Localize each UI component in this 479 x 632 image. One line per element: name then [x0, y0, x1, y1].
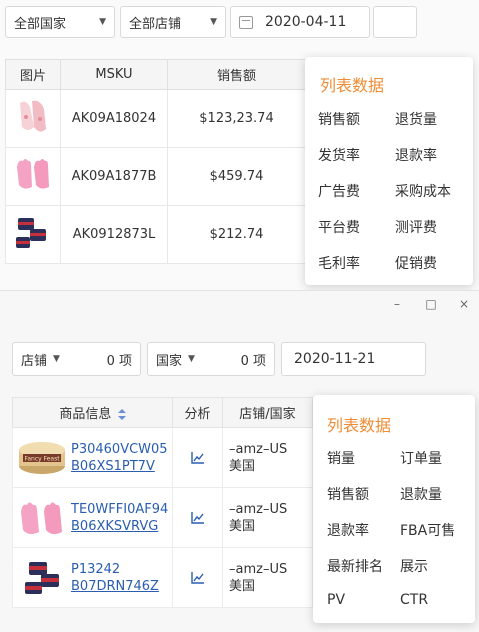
- chevron-down-icon: ▼: [53, 354, 60, 364]
- popup-title: 列表数据: [320, 76, 385, 95]
- analysis-cell: [172, 547, 223, 608]
- store-multiselect[interactable]: 店铺 ▼ 0 项: [12, 342, 141, 376]
- product-thumbnail: Fancy Feast: [19, 441, 65, 474]
- product-image-cell: [5, 205, 61, 264]
- product-thumbnail: [16, 217, 46, 248]
- product-info-cell: P13242 B07DRN746Z: [12, 547, 173, 608]
- product-image-cell: [5, 147, 61, 206]
- analysis-cell: [172, 487, 223, 548]
- list-data-popup: 列表数据 销量 订单量 销售额 退款量 退款率 FBA可售 最新排名 展示 PV…: [313, 395, 475, 623]
- msku-cell: AK09A1877B: [60, 147, 168, 206]
- popup-item[interactable]: 销售额: [327, 484, 369, 504]
- popup-item[interactable]: 采购成本: [395, 181, 451, 201]
- top-panel: 全部国家 ▼ 全部店铺 ▼ 2020-04-11 图片 MSKU 销售额 AK0…: [0, 0, 479, 290]
- product-thumbnail: [20, 100, 46, 132]
- popup-item[interactable]: FBA可售: [400, 520, 455, 540]
- country-name: 美国: [229, 518, 256, 534]
- line-chart-icon[interactable]: [191, 511, 204, 524]
- close-icon[interactable]: ×: [456, 297, 472, 311]
- store-name: –amz–US: [229, 561, 288, 577]
- popup-item[interactable]: 展示: [400, 556, 428, 576]
- popup-item[interactable]: 订单量: [400, 448, 442, 468]
- chevron-down-icon: ▼: [99, 17, 106, 27]
- date-value: 2020-11-21: [294, 351, 376, 367]
- popup-item[interactable]: 广告费: [318, 181, 360, 201]
- popup-item[interactable]: 退货量: [395, 109, 437, 129]
- col-header-product-info[interactable]: 商品信息: [12, 397, 173, 428]
- popup-item[interactable]: 最新排名: [327, 556, 383, 576]
- popup-item[interactable]: 退款率: [327, 520, 369, 540]
- col-header-sales: 销售额: [167, 59, 306, 90]
- country-count: 0 项: [240, 353, 266, 369]
- sales-cell: $459.74: [167, 147, 306, 206]
- col-header-msku: MSKU: [60, 59, 168, 90]
- col-header-product-info-label: 商品信息: [59, 407, 112, 422]
- store-multiselect-label: 店铺: [21, 353, 48, 369]
- minimize-icon[interactable]: –: [389, 297, 405, 311]
- col-header-analysis: 分析: [172, 397, 223, 428]
- store-name: –amz–US: [229, 501, 288, 517]
- country-multiselect[interactable]: 国家 ▼ 0 项: [147, 342, 275, 376]
- popup-item[interactable]: 发货率: [318, 145, 360, 165]
- popup-item[interactable]: CTR: [400, 592, 428, 608]
- sku-link[interactable]: P30460VCW05: [71, 441, 168, 458]
- popup-item[interactable]: 退款率: [395, 145, 437, 165]
- popup-item[interactable]: 促销费: [395, 253, 437, 273]
- analysis-cell: [172, 427, 223, 488]
- product-info-cell: Fancy Feast P30460VCW05 B06XS1PT7V: [12, 427, 173, 488]
- col-header-image: 图片: [5, 59, 61, 90]
- store-select[interactable]: 全部店铺 ▼: [120, 6, 226, 38]
- product-thumbnail: [25, 561, 59, 594]
- popup-item[interactable]: 测评费: [395, 217, 437, 237]
- store-count: 0 项: [106, 353, 132, 369]
- store-select-value: 全部店铺: [129, 16, 182, 32]
- svg-text:Fancy Feast: Fancy Feast: [24, 455, 60, 462]
- popup-item[interactable]: 平台费: [318, 217, 360, 237]
- asin-link[interactable]: B06XKSVRVG: [71, 518, 168, 535]
- date-picker[interactable]: 2020-04-11: [230, 6, 370, 38]
- maximize-icon[interactable]: □: [423, 297, 439, 311]
- col-header-store-country: 店铺/国家: [222, 397, 313, 428]
- sales-cell: $123,23.74: [167, 89, 306, 148]
- date-value: 2020-04-11: [265, 14, 347, 30]
- popup-item[interactable]: 销售额: [318, 109, 360, 129]
- popup-item[interactable]: PV: [327, 592, 345, 608]
- popup-title: 列表数据: [327, 416, 392, 435]
- product-info-cell: TE0WFFI0AF94 B06XKSVRVG: [12, 487, 173, 548]
- msku-cell: AK0912873L: [60, 205, 168, 264]
- sort-icon[interactable]: [117, 409, 126, 420]
- line-chart-icon[interactable]: [191, 571, 204, 584]
- chevron-down-icon: ▼: [188, 354, 195, 364]
- asin-link[interactable]: B07DRN746Z: [71, 578, 159, 595]
- popup-item[interactable]: 销量: [327, 448, 355, 468]
- popup-item[interactable]: 退款量: [400, 484, 442, 504]
- product-thumbnail: [17, 158, 49, 189]
- product-thumbnail: [21, 502, 62, 534]
- msku-cell: AK09A18024: [60, 89, 168, 148]
- country-multiselect-label: 国家: [156, 353, 183, 369]
- country-select[interactable]: 全部国家 ▼: [5, 6, 115, 38]
- country-name: 美国: [229, 458, 256, 474]
- country-select-value: 全部国家: [14, 16, 67, 32]
- country-name: 美国: [229, 578, 256, 594]
- product-window: – □ × 店铺 ▼ 0 项 国家 ▼ 0 项 2020-11-21 商品信息 …: [0, 290, 479, 632]
- list-data-popup: 列表数据 销售额 退货量 发货率 退款率 广告费 采购成本 平台费 测评费 毛利…: [305, 57, 473, 285]
- chevron-down-icon: ▼: [210, 17, 217, 27]
- sku-link[interactable]: TE0WFFI0AF94: [71, 501, 168, 518]
- store-country-cell: –amz–US 美国: [222, 487, 313, 548]
- popup-item[interactable]: 毛利率: [318, 253, 360, 273]
- line-chart-icon[interactable]: [191, 451, 204, 464]
- calendar-icon: [239, 15, 253, 29]
- store-country-cell: –amz–US 美国: [222, 547, 313, 608]
- sales-cell: $212.74: [167, 205, 306, 264]
- date-picker[interactable]: 2020-11-21: [281, 342, 426, 376]
- store-name: –amz–US: [229, 441, 288, 457]
- date-picker-end[interactable]: [373, 6, 417, 38]
- store-country-cell: –amz–US 美国: [222, 427, 313, 488]
- asin-link[interactable]: B06XS1PT7V: [71, 458, 168, 475]
- sku-link[interactable]: P13242: [71, 561, 159, 578]
- product-image-cell: [5, 89, 61, 148]
